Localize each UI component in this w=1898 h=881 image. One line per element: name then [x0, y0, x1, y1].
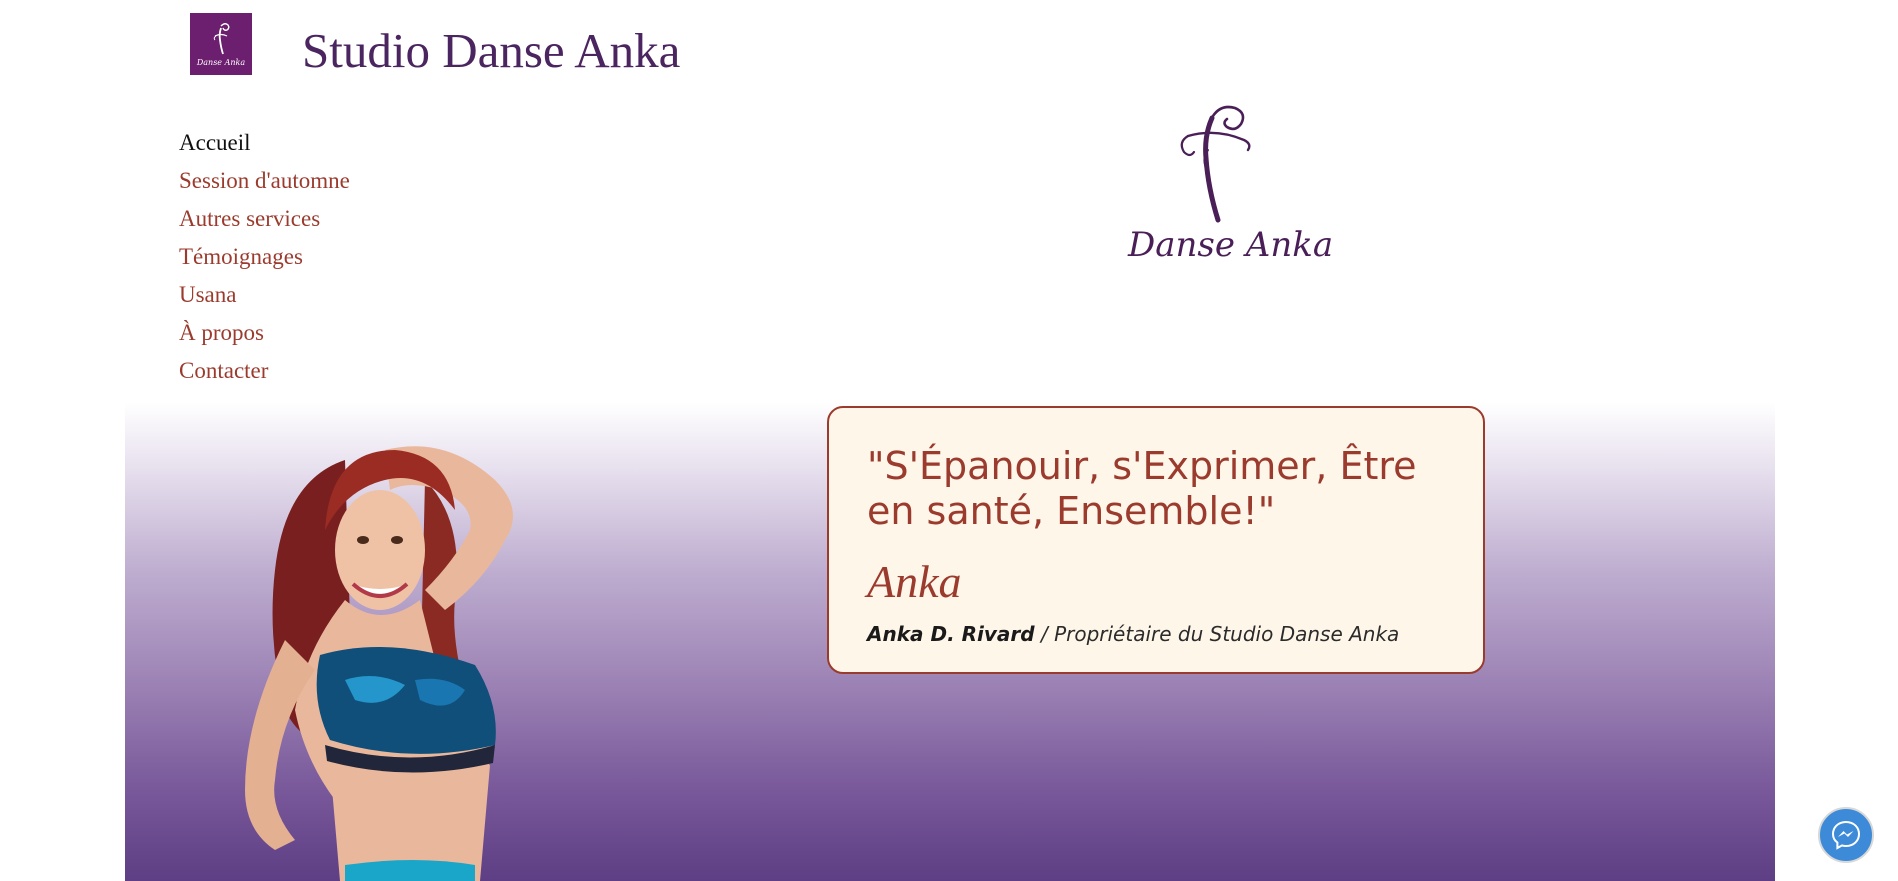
quote-author-name: Anka D. Rivard: [867, 622, 1035, 646]
nav-item-temoignages: Témoignages: [179, 238, 350, 276]
brand-logo-text: Danse Anka: [1128, 225, 1334, 265]
site-title: Studio Danse Anka: [302, 23, 681, 78]
nav-link-a-propos[interactable]: À propos: [179, 320, 264, 345]
nav-link-accueil[interactable]: Accueil: [179, 130, 251, 155]
nav-item-usana: Usana: [179, 276, 350, 314]
nav-item-services: Autres services: [179, 200, 350, 238]
svg-text:Danse Anka: Danse Anka: [196, 58, 245, 67]
nav-link-contacter[interactable]: Contacter: [179, 358, 268, 383]
quote-signature: Anka: [867, 556, 962, 607]
nav-link-usana[interactable]: Usana: [179, 282, 236, 307]
quote-author: Anka D. Rivard / Propriétaire du Studio …: [867, 622, 1445, 646]
main-nav: Accueil Session d'automne Autres service…: [179, 124, 350, 390]
nav-item-a-propos: À propos: [179, 314, 350, 352]
quote-text: "S'Épanouir, s'Exprimer, Être en santé, …: [867, 444, 1417, 533]
messenger-icon: [1831, 820, 1861, 850]
page: Danse Anka Studio Danse Anka Accueil Ses…: [0, 0, 1898, 881]
messenger-chat-button[interactable]: [1818, 807, 1874, 863]
nav-link-session-automne[interactable]: Session d'automne: [179, 168, 350, 193]
quote-author-role: / Propriétaire du Studio Danse Anka: [1034, 622, 1400, 646]
nav-item-accueil: Accueil: [179, 124, 350, 162]
nav-item-contacter: Contacter: [179, 352, 350, 390]
quote-card: "S'Épanouir, s'Exprimer, Être en santé, …: [827, 406, 1485, 674]
dancer-logo-icon: Danse Anka: [196, 23, 245, 67]
nav-link-temoignages[interactable]: Témoignages: [179, 244, 303, 269]
dancer-photo: [245, 446, 513, 881]
nav-item-session: Session d'automne: [179, 162, 350, 200]
site-logo-small[interactable]: Danse Anka: [190, 13, 252, 75]
nav-link-autres-services[interactable]: Autres services: [179, 206, 320, 231]
